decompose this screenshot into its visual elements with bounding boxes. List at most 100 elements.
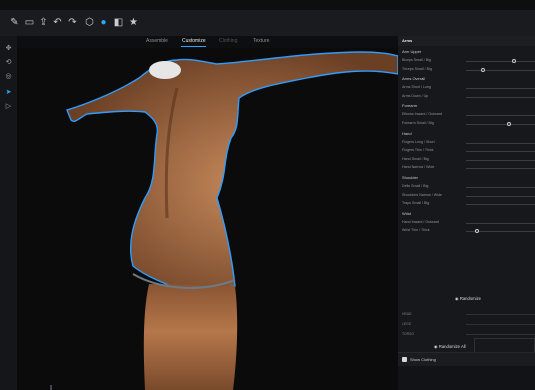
slider-track[interactable] — [466, 195, 535, 197]
slider-track[interactable] — [466, 168, 535, 170]
panel-header: Arms — [398, 36, 535, 46]
slider-row[interactable]: Hand Small / Big — [398, 156, 535, 164]
tab-texture[interactable]: Texture — [253, 38, 269, 44]
character-model[interactable] — [17, 48, 399, 390]
slider-track[interactable] — [466, 151, 535, 153]
slider-row[interactable]: Elbows Inward / Outward — [398, 111, 535, 119]
slider-track[interactable] — [466, 229, 535, 234]
tab-customize[interactable]: Customize — [182, 38, 206, 44]
slider-row[interactable]: Arms Down / Up — [398, 93, 535, 101]
section-heading: Arms Overall — [402, 76, 426, 82]
slider-row[interactable]: Hand Inward / Outward — [398, 219, 535, 227]
character-body[interactable] — [66, 51, 399, 293]
customize-panel: Arms Arm Upper Biceps Small / Big Triceps … — [398, 36, 535, 390]
section-heading: Forearm — [402, 103, 418, 109]
slider-track[interactable] — [466, 204, 535, 206]
cursor-icon[interactable]: ➤ — [4, 88, 13, 97]
slider-row[interactable]: Triceps Small / Big — [398, 66, 535, 74]
undo-icon[interactable]: ↶ — [52, 17, 63, 28]
slider-row[interactable]: Fingers Long / Short — [398, 139, 535, 147]
slider-label: Hand Narrow / Wide — [402, 165, 435, 170]
panel-title: Arms — [402, 38, 413, 43]
randomize-track[interactable] — [466, 324, 535, 325]
show-clothing-label: Show Clothing — [410, 357, 436, 362]
star-icon[interactable]: ★ — [128, 17, 139, 28]
slider-label: Elbows Inward / Outward — [402, 112, 442, 117]
3d-viewport[interactable] — [17, 48, 399, 390]
section-heading: Hand — [402, 130, 412, 136]
top-toolbar: ✎ ▭ ⇪ ↶ ↷ ⬡ ● ◧ ★ — [0, 10, 535, 36]
slider-track[interactable] — [466, 67, 535, 72]
slider-row[interactable]: Wrist Thin / Thick — [398, 227, 535, 235]
panel-bottom-strip — [398, 366, 535, 390]
cube-icon[interactable]: ◧ — [113, 17, 124, 28]
randomize-row-head[interactable]: HEAD — [402, 312, 535, 316]
slider-track[interactable] — [466, 96, 535, 98]
app-window: ✎ ▭ ⇪ ↶ ↷ ⬡ ● ◧ ★ Assemble Customize Clo… — [0, 0, 535, 390]
active-tab-indicator — [181, 46, 206, 47]
randomize-button[interactable]: ◉ Randomize — [428, 294, 508, 304]
slider-thumb[interactable] — [481, 67, 486, 72]
rotate-icon[interactable]: ⟲ — [4, 58, 13, 67]
section-heading: Wrist — [402, 210, 412, 216]
tab-assemble[interactable]: Assemble — [146, 38, 168, 44]
picture-icon[interactable]: ▭ — [24, 17, 35, 28]
slider-track[interactable] — [466, 88, 535, 90]
section-heading: Arm Upper — [402, 49, 422, 54]
randomize-row-torso[interactable]: TORSO — [402, 332, 535, 336]
randomize-track[interactable] — [466, 334, 535, 335]
randomize-all-label: Randomize All — [438, 344, 466, 349]
slider-label: Biceps Small / Big — [402, 58, 431, 62]
slider-track[interactable] — [466, 59, 535, 63]
slider-thumb[interactable] — [475, 229, 480, 234]
mode-tabs: Assemble Customize Clothing Texture — [120, 36, 400, 48]
slider-label: Triceps Small / Big — [402, 66, 432, 71]
slider-label: Arms Down / Up — [402, 93, 429, 98]
slider-row[interactable]: Delts Small / Big — [398, 183, 535, 191]
randomize-track[interactable] — [466, 314, 535, 315]
sphere-icon[interactable]: ● — [98, 17, 109, 28]
play-icon[interactable]: ▷ — [4, 102, 13, 111]
hex-icon[interactable]: ⬡ — [84, 17, 95, 28]
globe-icon[interactable]: ◎ — [4, 72, 13, 81]
export-icon[interactable]: ⇪ — [38, 17, 49, 28]
slider-label: Arms Short / Long — [402, 85, 431, 90]
slider-label: Wrist Thin / Thick — [402, 228, 430, 233]
tab-clothing[interactable]: Clothing — [219, 38, 237, 44]
slider-thumb[interactable] — [506, 122, 511, 126]
slider-row[interactable]: Biceps Small / Big — [398, 57, 535, 65]
slider-track[interactable] — [466, 187, 535, 188]
slider-label: Forearm Small / Big — [402, 121, 434, 125]
randomize-row-label: TORSO — [402, 332, 414, 336]
section-heading: Shoulder — [402, 175, 419, 180]
slider-track[interactable] — [466, 159, 535, 161]
move-icon[interactable]: ✥ — [4, 44, 13, 53]
slider-label: Traps Small / Big — [402, 201, 430, 206]
neck-cap — [149, 61, 181, 79]
slider-label: Hand Small / Big — [402, 156, 429, 161]
slider-thumb[interactable] — [512, 59, 517, 63]
redo-icon[interactable]: ↷ — [67, 17, 78, 28]
slider-track[interactable] — [466, 222, 535, 224]
left-tool-strip: ✥ ⟲ ◎ ➤ ▷ — [0, 36, 17, 390]
slider-row[interactable]: Traps Small / Big — [398, 200, 535, 208]
slider-row[interactable]: Forearm Small / Big — [398, 120, 535, 128]
slider-row[interactable]: Shoulders Narrow / Wide — [398, 192, 535, 200]
slider-track[interactable] — [466, 122, 535, 126]
slider-label: Fingers Long / Short — [402, 139, 435, 144]
randomize-label: Randomize — [459, 296, 481, 301]
slider-track[interactable] — [466, 142, 535, 144]
show-clothing-checkbox[interactable] — [402, 357, 407, 362]
character-legs — [143, 284, 238, 390]
slider-row[interactable]: Fingers Thin / Thick — [398, 147, 535, 155]
slider-label: Shoulders Narrow / Wide — [402, 192, 442, 197]
pencil-icon[interactable]: ✎ — [9, 17, 20, 28]
slider-track[interactable] — [466, 115, 535, 117]
randomize-row-label: LEGS — [402, 322, 412, 326]
randomize-row-legs[interactable]: LEGS — [402, 322, 535, 326]
slider-row[interactable]: Arms Short / Long — [398, 84, 535, 92]
axis-gizmo-icon — [50, 385, 52, 390]
slider-row[interactable]: Hand Narrow / Wide — [398, 164, 535, 172]
slider-label: Delts Small / Big — [402, 184, 429, 188]
slider-label: Fingers Thin / Thick — [402, 148, 434, 153]
